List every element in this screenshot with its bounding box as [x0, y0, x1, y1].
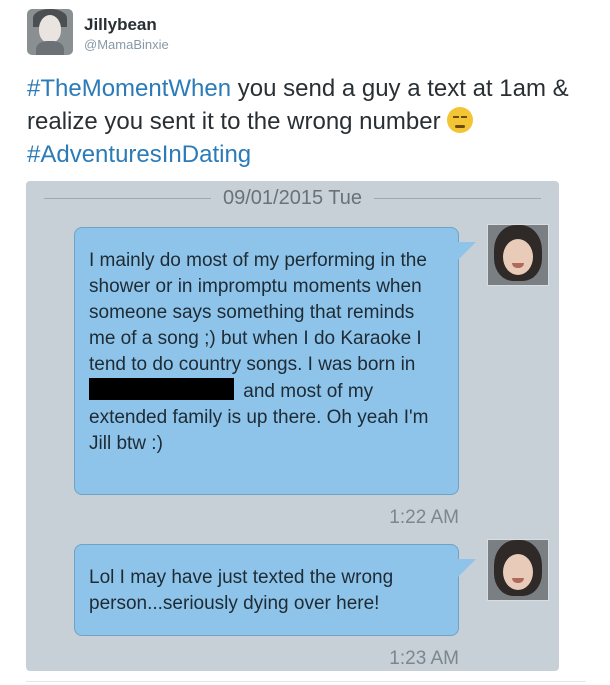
sender-photo [487, 224, 549, 286]
divider [26, 681, 586, 682]
display-name[interactable]: Jillybean [84, 15, 157, 35]
tweet-text: #TheMomentWhen you send a guy a text at … [27, 72, 597, 171]
sender-photo [487, 539, 549, 601]
avatar-shoulders [36, 41, 64, 55]
message-bubble: Lol I may have just texted the wrong per… [74, 544, 476, 636]
unamused-face-icon [447, 107, 474, 133]
hashtag-themomentwhen[interactable]: #TheMomentWhen [27, 75, 231, 102]
avatar-face [39, 15, 61, 43]
hashtag-adventuresindating[interactable]: #AdventuresInDating [27, 141, 251, 168]
message-text: Lol I may have just texted the wrong per… [89, 567, 394, 614]
message-text-part1: I mainly do most of my performing in the… [89, 250, 427, 375]
user-handle[interactable]: @MamaBinxie [84, 37, 169, 52]
attached-text-screenshot[interactable]: 09/01/2015 Tue I mainly do most of my pe… [26, 181, 559, 671]
redacted-block [89, 378, 234, 400]
message-time: 1:22 AM [389, 507, 459, 528]
user-avatar[interactable] [27, 9, 73, 55]
message-bubble: I mainly do most of my performing in the… [74, 227, 476, 495]
message-time: 1:23 AM [389, 648, 459, 669]
message-date: 09/01/2015 Tue [210, 187, 374, 209]
